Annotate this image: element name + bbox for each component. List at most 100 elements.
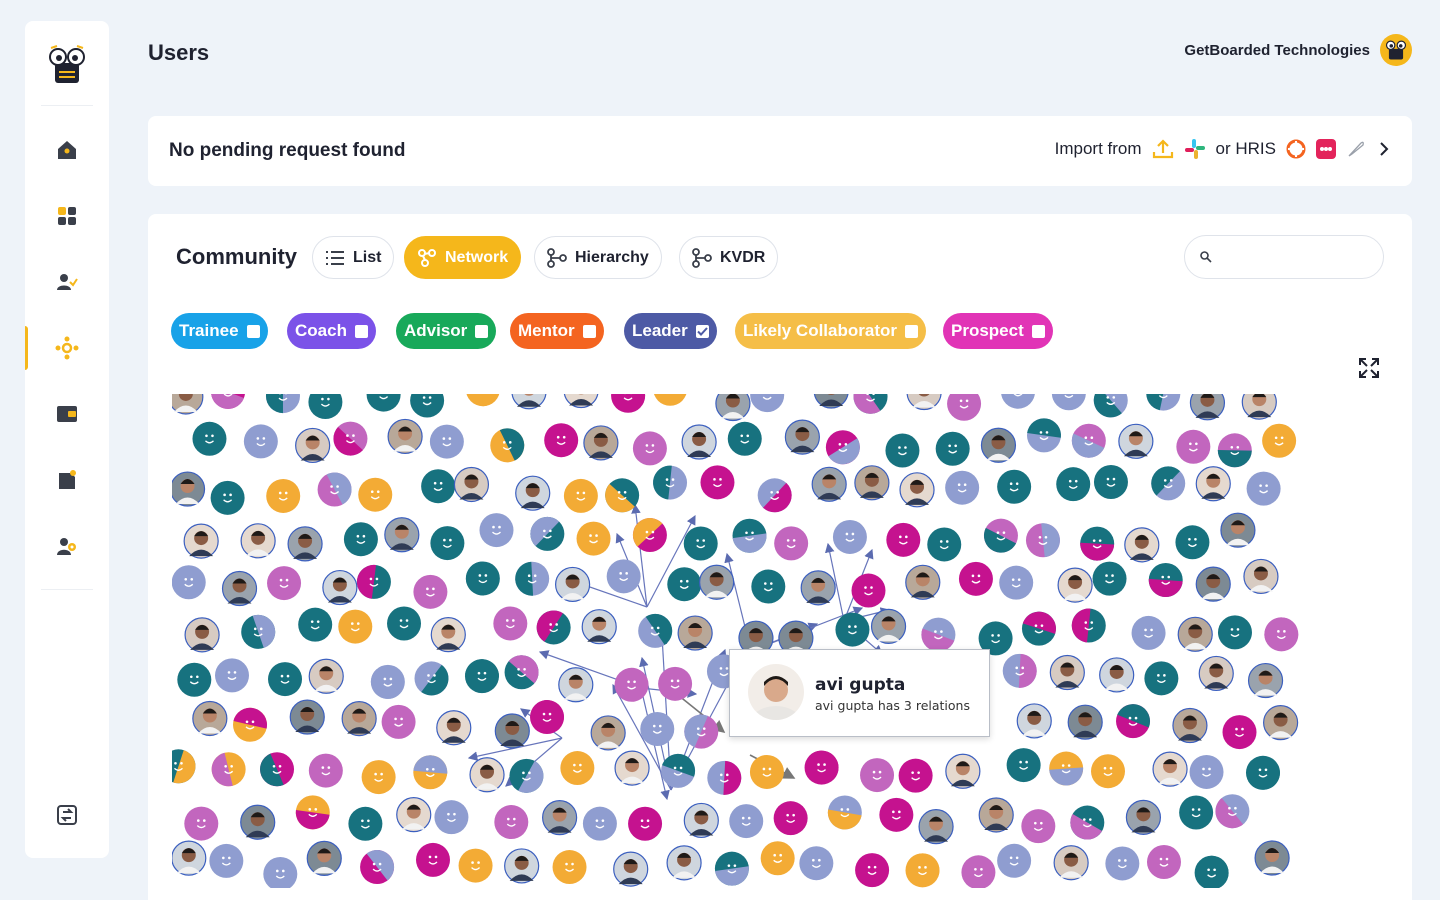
graph-node[interactable]	[757, 478, 799, 519]
graph-node[interactable]	[661, 749, 700, 788]
graph-node[interactable]	[614, 750, 650, 786]
graph-node[interactable]	[267, 566, 302, 601]
graph-node[interactable]	[1093, 465, 1128, 500]
graph-node[interactable]	[1176, 429, 1211, 464]
graph-node[interactable]	[206, 394, 245, 414]
graph-node[interactable]	[464, 658, 500, 694]
graph-node[interactable]	[511, 394, 547, 410]
view-network-button[interactable]: Network	[404, 236, 522, 279]
graph-node[interactable]	[184, 617, 220, 653]
graph-node[interactable]	[947, 394, 982, 421]
graph-node[interactable]	[1217, 433, 1252, 468]
graph-node[interactable]	[905, 564, 941, 600]
graph-node[interactable]	[1172, 707, 1208, 744]
graph-node[interactable]	[1152, 751, 1188, 787]
graph-node[interactable]	[1124, 527, 1160, 563]
sidebar-item-users[interactable]	[25, 260, 109, 304]
graph-node[interactable]	[1262, 423, 1297, 458]
graph-node[interactable]	[699, 564, 735, 600]
graph-node[interactable]	[387, 606, 422, 641]
graph-node[interactable]	[289, 699, 325, 735]
graph-node[interactable]	[681, 424, 717, 460]
filter-likely-collaborator[interactable]: Likely Collaborator	[735, 313, 926, 349]
graph-node[interactable]	[1016, 703, 1052, 739]
sidebar-item-home[interactable]	[25, 128, 109, 172]
sidebar-item-tasks[interactable]	[25, 458, 109, 502]
graph-node[interactable]	[804, 744, 846, 785]
hris-orange-logo-icon[interactable]	[1286, 139, 1306, 159]
graph-node[interactable]	[560, 751, 595, 786]
graph-node[interactable]	[192, 700, 228, 737]
graph-node[interactable]	[414, 661, 455, 702]
graph-node[interactable]	[410, 394, 445, 418]
graph-node[interactable]	[1026, 416, 1063, 453]
filter-checkbox[interactable]	[904, 324, 918, 338]
filter-coach[interactable]: Coach	[287, 313, 376, 349]
filter-checkbox[interactable]	[354, 324, 368, 338]
filter-advisor[interactable]: Advisor	[396, 313, 497, 349]
graph-node[interactable]	[1243, 558, 1279, 595]
graph-node[interactable]	[1025, 522, 1062, 558]
graph-node[interactable]	[504, 848, 540, 884]
graph-node[interactable]	[653, 394, 687, 406]
graph-node[interactable]	[582, 806, 617, 841]
sidebar-item-switch[interactable]	[25, 793, 109, 837]
graph-node[interactable]	[1125, 799, 1162, 835]
graph-node[interactable]	[1049, 751, 1084, 787]
graph-node[interactable]	[240, 523, 276, 559]
graph-node[interactable]	[322, 569, 358, 606]
graph-node[interactable]	[421, 469, 456, 504]
graph-node[interactable]	[430, 526, 465, 561]
graph-node[interactable]	[184, 806, 219, 841]
graph-node[interactable]	[434, 800, 469, 835]
graph-node[interactable]	[1263, 705, 1299, 741]
graph-node[interactable]	[813, 394, 849, 409]
graph-node[interactable]	[294, 795, 330, 831]
graph-node[interactable]	[387, 418, 423, 455]
graph-node[interactable]	[750, 394, 785, 413]
view-hierarchy-button[interactable]: Hierarchy	[534, 236, 662, 279]
graph-node[interactable]	[855, 853, 890, 888]
filter-leader[interactable]: Leader	[624, 313, 717, 349]
graph-node[interactable]	[509, 758, 549, 799]
graph-node[interactable]	[658, 666, 693, 701]
graph-node[interactable]	[542, 800, 578, 836]
graph-node[interactable]	[233, 704, 270, 742]
graph-node[interactable]	[614, 667, 649, 702]
graph-node[interactable]	[611, 394, 652, 413]
graph-node[interactable]	[192, 421, 227, 456]
graph-node[interactable]	[1021, 809, 1056, 844]
graph-node[interactable]	[326, 421, 368, 463]
graph-node[interactable]	[751, 569, 786, 604]
graph-node[interactable]	[1021, 607, 1060, 646]
graph-node[interactable]	[338, 609, 373, 644]
graph-node[interactable]	[727, 421, 762, 456]
graph-node[interactable]	[1087, 394, 1128, 424]
hris-feather-logo-icon[interactable]	[1346, 139, 1366, 159]
graph-node[interactable]	[563, 394, 599, 409]
graph-node[interactable]	[172, 749, 200, 787]
graph-node[interactable]	[800, 570, 836, 606]
graph-node[interactable]	[358, 477, 393, 512]
graph-node[interactable]	[479, 513, 514, 548]
sidebar-item-wallet[interactable]	[25, 392, 109, 436]
graph-node[interactable]	[1079, 526, 1115, 562]
graph-node[interactable]	[523, 510, 565, 551]
graph-node[interactable]	[1067, 704, 1103, 740]
graph-node[interactable]	[978, 518, 1018, 559]
graph-node[interactable]	[590, 715, 626, 751]
graph-node[interactable]	[714, 851, 751, 888]
graph-node[interactable]	[1198, 655, 1234, 692]
graph-node[interactable]	[268, 662, 303, 697]
graph-node[interactable]	[906, 394, 942, 411]
graph-node[interactable]	[1246, 471, 1281, 506]
graph-node[interactable]	[453, 466, 490, 503]
graph-node[interactable]	[774, 526, 809, 561]
graph-node[interactable]	[215, 658, 250, 693]
graph-node[interactable]	[825, 795, 862, 832]
graph-node[interactable]	[1051, 394, 1086, 411]
community-search[interactable]	[1184, 235, 1384, 279]
sidebar-item-network[interactable]	[25, 326, 109, 370]
graph-node[interactable]	[905, 848, 945, 888]
graph-node[interactable]	[707, 760, 742, 796]
